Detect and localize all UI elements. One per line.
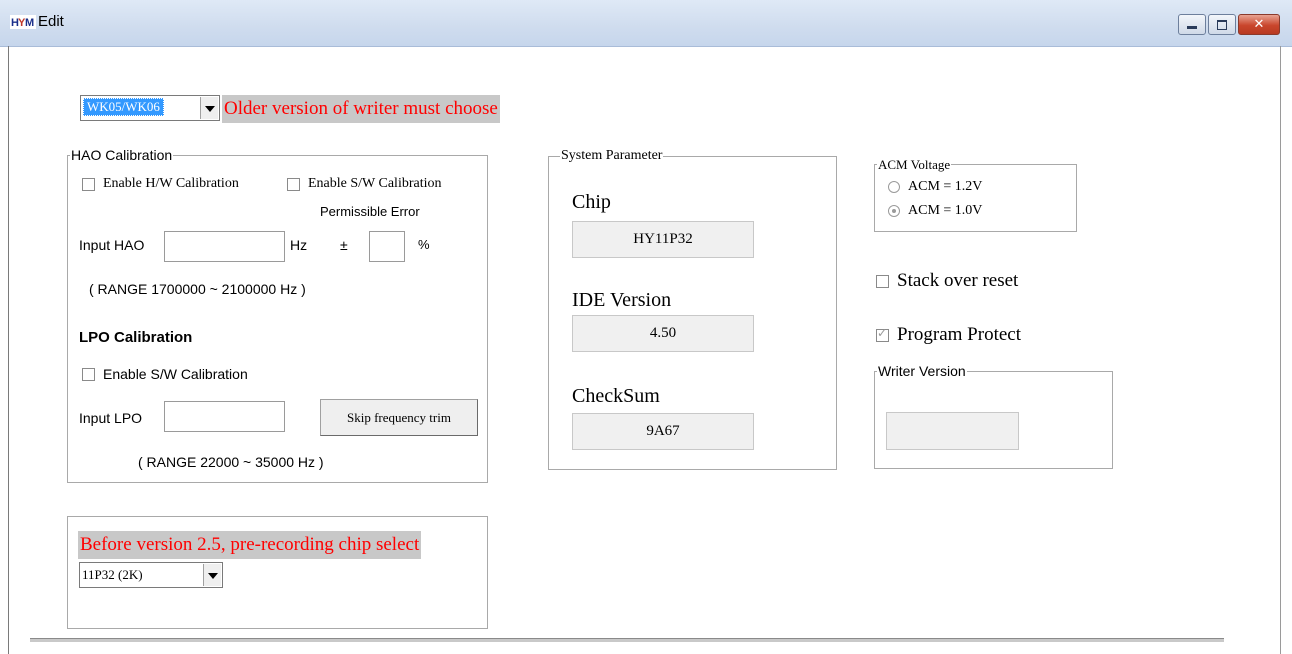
title-bar[interactable]: H Y M Edit ✕ bbox=[0, 0, 1292, 47]
checkbox-box-checked[interactable] bbox=[876, 326, 889, 342]
minimize-button[interactable] bbox=[1178, 14, 1206, 35]
writer-version-title: Writer Version bbox=[877, 363, 967, 379]
writer-version-value bbox=[886, 412, 1019, 450]
hao-frequency-input[interactable] bbox=[164, 231, 285, 262]
window-title: Edit bbox=[38, 13, 64, 30]
maximize-button[interactable] bbox=[1208, 14, 1236, 35]
window-right-border bbox=[1280, 46, 1281, 654]
caption-buttons: ✕ bbox=[1176, 14, 1280, 35]
chip-value: HY11P32 bbox=[572, 221, 754, 258]
enable-sw-calibration-checkbox[interactable]: Enable S/W Calibration bbox=[287, 176, 442, 192]
program-protect-checkbox[interactable]: Program Protect bbox=[876, 324, 1021, 346]
enable-hw-label: Enable H/W Calibration bbox=[103, 176, 239, 191]
checkbox-box[interactable] bbox=[876, 274, 889, 288]
prerecord-chip-select[interactable]: 11P32 (2K) bbox=[79, 562, 223, 588]
radio-dot-selected[interactable] bbox=[888, 205, 900, 217]
enable-sw-label: Enable S/W Calibration bbox=[308, 176, 442, 191]
acm-voltage-group: ACM Voltage ACM = 1.2V ACM = 1.0V bbox=[874, 157, 1077, 232]
hao-calibration-group: HAO Calibration Enable H/W Calibration E… bbox=[67, 147, 488, 483]
acm-group-title: ACM Voltage bbox=[877, 157, 952, 173]
svg-text:M: M bbox=[25, 17, 34, 29]
prerecord-group: Before version 2.5, pre-recording chip s… bbox=[67, 516, 488, 629]
ide-version-value: 4.50 bbox=[572, 315, 754, 352]
checkbox-box[interactable] bbox=[287, 177, 300, 191]
close-button[interactable]: ✕ bbox=[1238, 14, 1280, 35]
writer-select-value: WK05/WK06 bbox=[83, 98, 164, 116]
writer-select[interactable]: WK05/WK06 bbox=[80, 95, 220, 121]
lpo-enable-sw-checkbox[interactable]: Enable S/W Calibration bbox=[82, 366, 248, 382]
minimize-icon bbox=[1187, 26, 1197, 29]
acm-1-0v-radio[interactable]: ACM = 1.0V bbox=[888, 203, 982, 219]
writer-version-group: Writer Version bbox=[874, 363, 1113, 469]
input-lpo-label: Input LPO bbox=[79, 410, 143, 426]
acm-1-2v-label: ACM = 1.2V bbox=[908, 179, 983, 194]
lpo-calibration-title: LPO Calibration bbox=[79, 329, 193, 346]
dropdown-arrow-icon[interactable] bbox=[203, 564, 221, 586]
hao-group-title: HAO Calibration bbox=[70, 147, 174, 163]
window-left-border bbox=[8, 46, 9, 654]
close-icon: ✕ bbox=[1253, 17, 1265, 32]
writer-note: Older version of writer must choose bbox=[222, 95, 500, 123]
hao-range-label: ( RANGE 1700000 ~ 2100000 Hz ) bbox=[89, 281, 306, 297]
system-group-title: System Parameter bbox=[560, 148, 664, 164]
horizontal-scrollbar-track[interactable] bbox=[30, 638, 1224, 642]
lpo-range-label: ( RANGE 22000 ~ 35000 Hz ) bbox=[138, 454, 324, 470]
stack-over-reset-label: Stack over reset bbox=[897, 270, 1019, 291]
edit-window: H Y M Edit ✕ WK05/WK06 Older version of … bbox=[0, 0, 1292, 654]
program-protect-label: Program Protect bbox=[897, 324, 1022, 345]
app-logo-icon: H Y M bbox=[10, 14, 36, 30]
plus-minus-label: ± bbox=[340, 237, 348, 253]
checkbox-box[interactable] bbox=[82, 367, 95, 381]
prerecord-note: Before version 2.5, pre-recording chip s… bbox=[78, 531, 422, 559]
system-parameter-group: System Parameter Chip HY11P32 IDE Versio… bbox=[548, 148, 837, 470]
acm-1-2v-radio[interactable]: ACM = 1.2V bbox=[888, 179, 982, 195]
hao-unit-hz: Hz bbox=[290, 237, 308, 253]
permissible-error-label: Permissible Error bbox=[320, 204, 420, 219]
ide-version-label: IDE Version bbox=[572, 289, 672, 311]
lpo-enable-sw-label: Enable S/W Calibration bbox=[103, 366, 248, 382]
hao-error-input[interactable] bbox=[369, 231, 405, 262]
checkbox-box[interactable] bbox=[82, 177, 95, 191]
maximize-icon bbox=[1217, 20, 1227, 30]
prerecord-chip-value: 11P32 (2K) bbox=[82, 567, 143, 582]
input-hao-label: Input HAO bbox=[79, 237, 145, 253]
stack-over-reset-checkbox[interactable]: Stack over reset bbox=[876, 270, 1018, 292]
enable-hw-calibration-checkbox[interactable]: Enable H/W Calibration bbox=[82, 176, 239, 192]
checksum-value: 9A67 bbox=[572, 413, 754, 450]
lpo-frequency-input[interactable] bbox=[164, 401, 285, 432]
radio-dot[interactable] bbox=[888, 181, 900, 193]
acm-1-0v-label: ACM = 1.0V bbox=[908, 203, 983, 218]
skip-frequency-trim-button[interactable]: Skip frequency trim bbox=[320, 399, 478, 436]
checksum-label: CheckSum bbox=[572, 385, 660, 407]
percent-label: % bbox=[418, 237, 430, 252]
dropdown-arrow-icon[interactable] bbox=[200, 97, 218, 119]
chip-label: Chip bbox=[572, 191, 611, 213]
